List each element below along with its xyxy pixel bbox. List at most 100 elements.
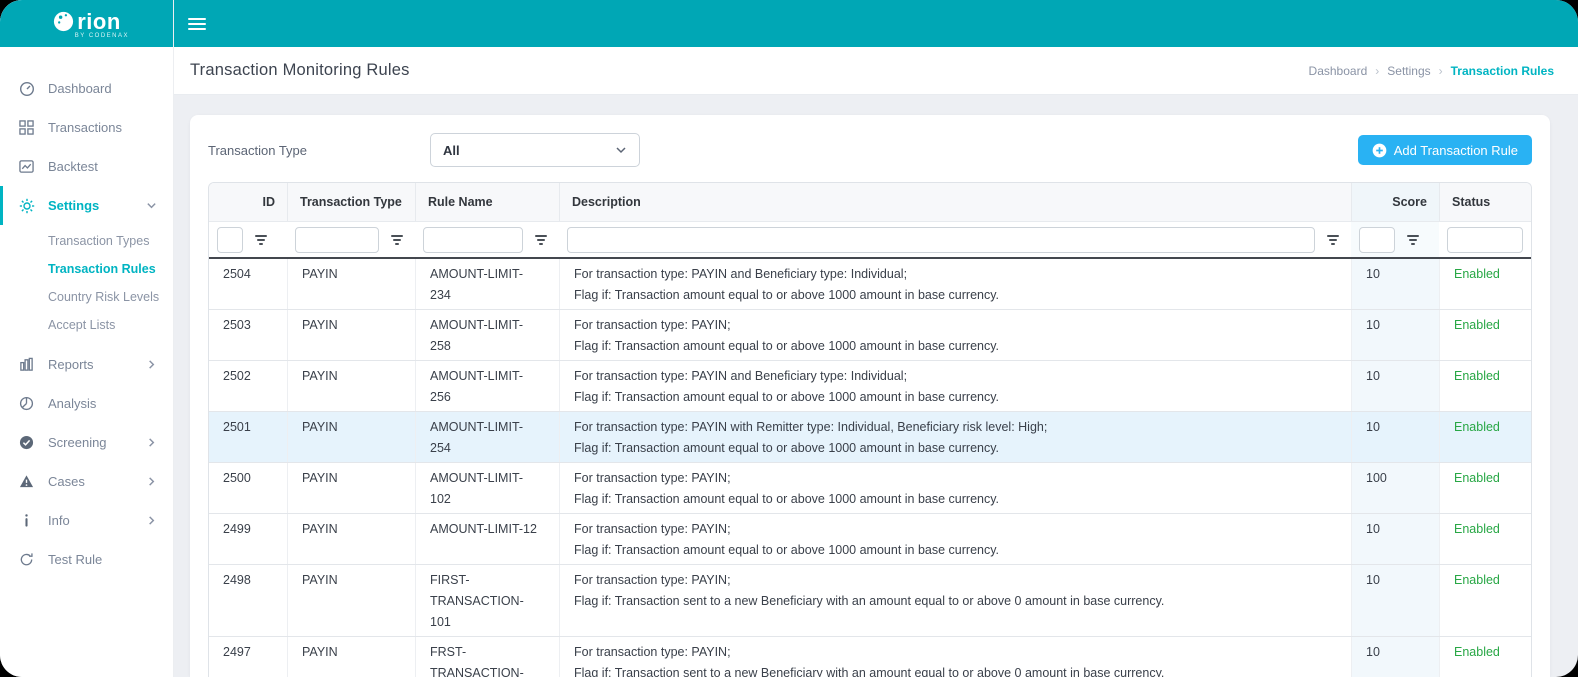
description-line-1: For transaction type: PAYIN; — [574, 468, 1339, 489]
table-row[interactable]: 2502 PAYIN AMOUNT-LIMIT-256 For transact… — [209, 361, 1531, 412]
description-line-2: Flag if: Transaction amount equal to or … — [574, 387, 1339, 408]
pie-chart-icon — [18, 395, 35, 412]
filter-cell-id — [209, 222, 287, 257]
rule-name-filter-input[interactable] — [423, 227, 523, 253]
description-line-2: Flag if: Transaction amount equal to or … — [574, 336, 1339, 357]
sidebar: rion by CODENAX Dashboard Transactions — [0, 0, 174, 677]
column-header-id[interactable]: ID — [209, 183, 287, 221]
table-row[interactable]: 2500 PAYIN AMOUNT-LIMIT-102 For transact… — [209, 463, 1531, 514]
cell-description: For transaction type: PAYIN; Flag if: Tr… — [559, 514, 1351, 564]
description-line-1: For transaction type: PAYIN and Benefici… — [574, 264, 1339, 285]
cell-transaction-type: PAYIN — [287, 412, 415, 462]
description-line-2: Flag if: Transaction amount equal to or … — [574, 489, 1339, 510]
cell-rule-name: FRST-TRANSACTION-101 — [415, 637, 559, 677]
cell-status: Enabled — [1439, 463, 1531, 513]
breadcrumb-separator: › — [1375, 64, 1379, 78]
filter-cell-description — [559, 222, 1351, 257]
transaction-type-label: Transaction Type — [208, 143, 430, 158]
sidebar-item-label: Transactions — [48, 120, 122, 135]
score-filter-input[interactable] — [1359, 227, 1395, 253]
sidebar-item-screening[interactable]: Screening — [0, 423, 173, 462]
cell-id: 2499 — [209, 514, 287, 564]
cell-status: Enabled — [1439, 310, 1531, 360]
description-filter-input[interactable] — [567, 227, 1315, 253]
column-header-score[interactable]: Score — [1351, 183, 1439, 221]
cell-rule-name: AMOUNT-LIMIT-258 — [415, 310, 559, 360]
check-circle-icon — [18, 434, 35, 451]
chevron-right-icon — [146, 359, 157, 370]
transaction-type-select[interactable]: All — [430, 133, 640, 167]
sidebar-item-reports[interactable]: Reports — [0, 345, 173, 384]
sidebar-item-test-rule[interactable]: Test Rule — [0, 540, 173, 579]
chevron-right-icon — [146, 515, 157, 526]
breadcrumb: Dashboard › Settings › Transaction Rules — [1309, 64, 1554, 78]
cell-transaction-type: PAYIN — [287, 463, 415, 513]
breadcrumb-settings[interactable]: Settings — [1387, 64, 1430, 78]
sidebar-subitem-country-risk-levels[interactable]: Country Risk Levels — [0, 283, 173, 311]
rules-card: Transaction Type All Add Transaction Rul… — [190, 115, 1550, 677]
cell-score: 100 — [1351, 463, 1439, 513]
cell-description: For transaction type: PAYIN; Flag if: Tr… — [559, 637, 1351, 677]
transaction-type-filter-input[interactable] — [295, 227, 379, 253]
column-header-transaction-type[interactable]: Transaction Type — [287, 183, 415, 221]
description-line-1: For transaction type: PAYIN and Benefici… — [574, 366, 1339, 387]
cell-rule-name: AMOUNT-LIMIT-234 — [415, 259, 559, 309]
filter-cell-rule — [415, 222, 559, 257]
page-header: Transaction Monitoring Rules Dashboard ›… — [174, 47, 1578, 95]
cell-score: 10 — [1351, 310, 1439, 360]
id-filter-input[interactable] — [217, 227, 243, 253]
sidebar-subitem-transaction-types[interactable]: Transaction Types — [0, 227, 173, 255]
app-window: rion by CODENAX Dashboard Transactions — [0, 0, 1578, 677]
chart-box-icon — [18, 158, 35, 175]
filter-icon[interactable] — [251, 231, 271, 249]
sidebar-subitem-transaction-rules[interactable]: Transaction Rules — [0, 255, 173, 283]
sidebar-item-settings[interactable]: Settings — [0, 186, 173, 225]
cell-status: Enabled — [1439, 361, 1531, 411]
filter-icon[interactable] — [1323, 231, 1343, 249]
sidebar-item-label: Dashboard — [48, 81, 112, 96]
sidebar-subitem-accept-lists[interactable]: Accept Lists — [0, 311, 173, 339]
cell-score: 10 — [1351, 259, 1439, 309]
breadcrumb-dashboard[interactable]: Dashboard — [1309, 64, 1368, 78]
cell-id: 2504 — [209, 259, 287, 309]
sidebar-item-backtest[interactable]: Backtest — [0, 147, 173, 186]
description-line-1: For transaction type: PAYIN; — [574, 642, 1339, 663]
sidebar-item-cases[interactable]: Cases — [0, 462, 173, 501]
info-icon — [18, 512, 35, 529]
sidebar-item-info[interactable]: Info — [0, 501, 173, 540]
cell-transaction-type: PAYIN — [287, 565, 415, 636]
sidebar-item-label: Settings — [48, 198, 99, 213]
sidebar-item-label: Test Rule — [48, 552, 102, 567]
add-transaction-rule-button[interactable]: Add Transaction Rule — [1358, 135, 1532, 165]
table-row[interactable]: 2503 PAYIN AMOUNT-LIMIT-258 For transact… — [209, 310, 1531, 361]
description-line-2: Flag if: Transaction sent to a new Benef… — [574, 663, 1339, 677]
gear-icon — [18, 197, 35, 214]
grid-icon — [18, 119, 35, 136]
gauge-icon — [18, 80, 35, 97]
sidebar-item-transactions[interactable]: Transactions — [0, 108, 173, 147]
cell-transaction-type: PAYIN — [287, 637, 415, 677]
plus-circle-icon — [1372, 143, 1387, 158]
column-header-status[interactable]: Status — [1439, 183, 1531, 221]
column-header-description[interactable]: Description — [559, 183, 1351, 221]
cell-status: Enabled — [1439, 565, 1531, 636]
filter-icon[interactable] — [387, 231, 407, 249]
cell-status: Enabled — [1439, 514, 1531, 564]
cell-description: For transaction type: PAYIN; Flag if: Tr… — [559, 565, 1351, 636]
sidebar-item-dashboard[interactable]: Dashboard — [0, 69, 173, 108]
filter-icon[interactable] — [1403, 231, 1423, 249]
status-filter-input[interactable] — [1447, 227, 1523, 253]
hamburger-menu-icon[interactable] — [188, 15, 208, 33]
table-row[interactable]: 2498 PAYIN FIRST-TRANSACTION-101 For tra… — [209, 565, 1531, 637]
filter-icon[interactable] — [531, 231, 551, 249]
table-row[interactable]: 2504 PAYIN AMOUNT-LIMIT-234 For transact… — [209, 259, 1531, 310]
table-row[interactable]: 2497 PAYIN FRST-TRANSACTION-101 For tran… — [209, 637, 1531, 677]
cell-transaction-type: PAYIN — [287, 259, 415, 309]
content-area: Transaction Type All Add Transaction Rul… — [174, 95, 1578, 677]
table-row[interactable]: 2499 PAYIN AMOUNT-LIMIT-12 For transacti… — [209, 514, 1531, 565]
cell-rule-name: AMOUNT-LIMIT-12 — [415, 514, 559, 564]
table-row[interactable]: 2501 PAYIN AMOUNT-LIMIT-254 For transact… — [209, 412, 1531, 463]
column-header-rule-name[interactable]: Rule Name — [415, 183, 559, 221]
sidebar-item-analysis[interactable]: Analysis — [0, 384, 173, 423]
sidebar-item-label: Analysis — [48, 396, 96, 411]
